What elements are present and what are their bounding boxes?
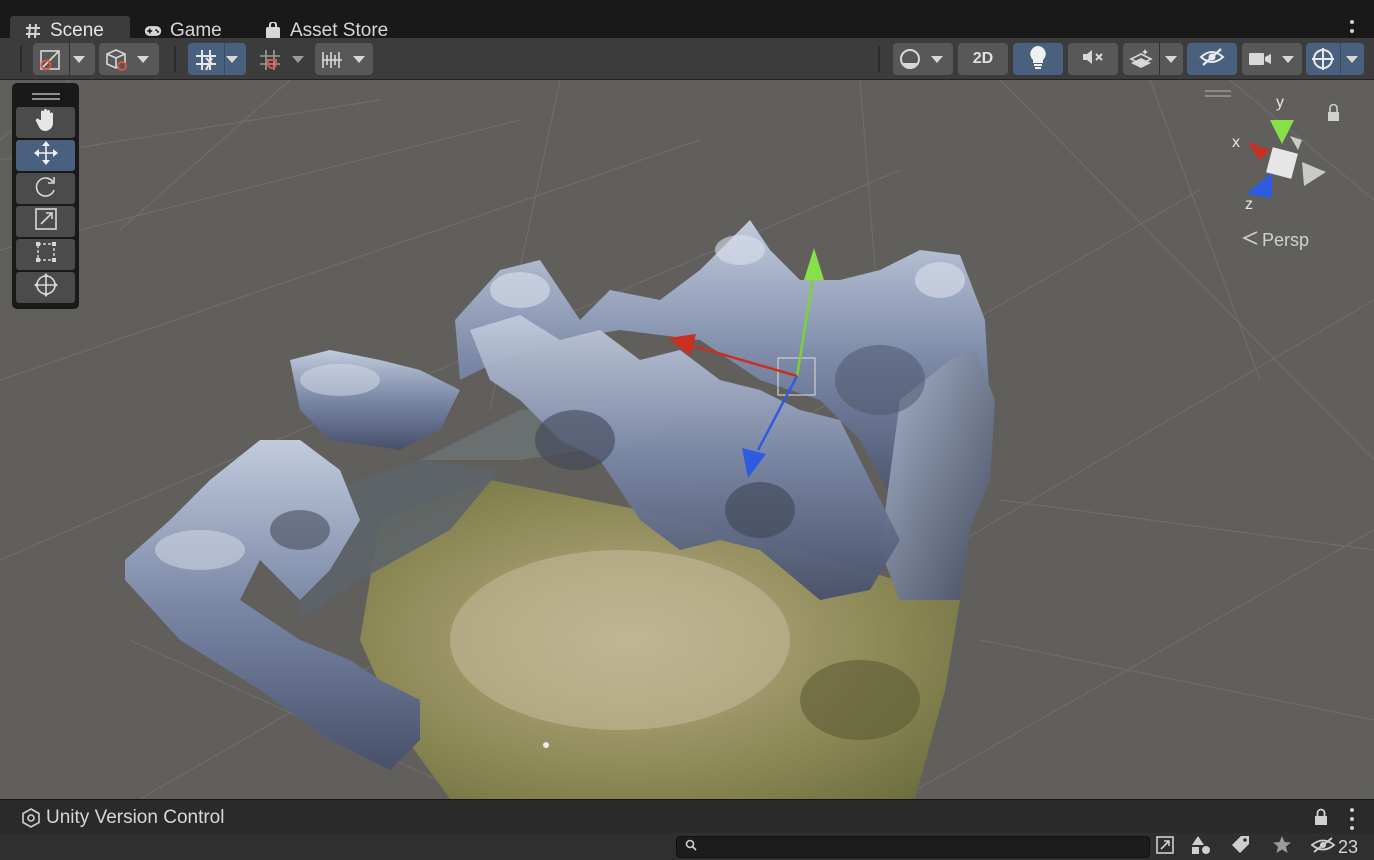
shapes-button[interactable] [1186,835,1216,859]
move-tool-button[interactable] [16,140,75,171]
star-icon [1272,835,1292,860]
expand-icon [1155,835,1175,860]
scene-toolbar: 2D [0,38,1374,80]
chevron-down-icon [1165,56,1177,63]
rotate-tool-button[interactable] [16,173,75,204]
hidden-objects-count: 23 [1338,837,1359,857]
rotate-icon [34,174,58,203]
tag-icon [1231,835,1251,860]
cube-icon [105,48,129,77]
video-camera-icon [1248,51,1272,72]
projection-toggle[interactable]: Persp [1242,230,1309,251]
audio-toggle-button[interactable] [1068,43,1118,75]
chevron-down-icon [931,56,943,63]
eye-slash-icon [1310,836,1336,859]
lock-icon[interactable] [1314,808,1328,831]
magnet-grid-icon [258,48,282,77]
shapes-icon [1190,835,1212,860]
speaker-muted-icon [1081,47,1105,72]
chevron-down-icon [1346,56,1358,63]
chevron-left-icon [1242,230,1258,251]
hand-tool-button[interactable] [16,107,75,138]
chevron-down-icon [73,56,85,63]
chevron-down-icon [353,56,365,63]
draw-mode-icon [39,49,61,76]
draw-mode-dropdown[interactable] [33,43,95,75]
transform-icon [33,272,59,303]
orientation-gizmo[interactable] [1205,90,1326,198]
chevron-down-icon [1282,56,1294,63]
scene-visibility-toggle[interactable] [1187,43,1237,75]
layers-effects-icon [1129,48,1153,77]
chevron-down-icon [137,56,149,63]
palette-drag-handle[interactable] [16,87,75,105]
lighting-toggle-button[interactable] [1013,43,1063,75]
rect-tool-button[interactable] [16,239,75,270]
toolbar-separator [20,46,22,72]
2d-toggle-button[interactable]: 2D [958,43,1008,75]
2d-label: 2D [972,50,994,67]
label-button[interactable] [1226,835,1256,859]
ruler-icon [320,48,344,77]
projection-label: Persp [1262,230,1310,250]
shading-mode-dropdown[interactable] [99,43,159,75]
tab-bar: Scene Game Asset Store [0,0,1374,46]
scene-render [0,80,1374,799]
favorites-button[interactable] [1267,835,1297,859]
toolbar-separator [878,46,880,72]
gizmo-axis-x-label: x [1232,134,1240,151]
eye-slash-icon [1199,47,1225,72]
light-bulb-icon [1029,45,1047,74]
scene-viewport[interactable]: y x z [0,80,1374,799]
lock-icon[interactable] [1328,103,1339,122]
version-control-bar: Unity Version Control [0,799,1374,833]
increment-snapping-dropdown[interactable] [254,43,310,75]
gizmo-axis-y-label: y [1276,94,1284,111]
rect-transform-icon [34,240,58,269]
chevron-down-icon [226,56,238,63]
hidden-objects-toggle[interactable] [1308,835,1338,859]
gizmo-sphere-icon [1311,47,1335,76]
toolbar-separator [174,46,176,72]
camera-dropdown[interactable] [1242,43,1302,75]
render-mode-dropdown[interactable] [893,43,953,75]
sphere-icon [899,48,921,75]
grid-snapping-dropdown[interactable] [188,43,246,75]
search-input[interactable] [676,836,1150,858]
move-arrows-icon [33,140,59,171]
hand-icon [35,108,57,137]
gizmo-axis-z-label: z [1245,196,1253,213]
chevron-down-icon [292,56,304,63]
y-axis-arrow[interactable] [804,248,824,280]
scale-tool-button[interactable] [16,206,75,237]
grid-snap-icon [194,48,218,77]
search-icon [685,838,697,856]
version-control-menu-kebab-icon[interactable] [1350,808,1356,830]
tool-palette [12,83,79,309]
transform-tool-button[interactable] [16,272,75,303]
version-control-title: Unity Version Control [46,807,225,828]
scale-icon [34,207,58,236]
gizmos-dropdown[interactable] [1306,43,1364,75]
expand-button[interactable] [1150,835,1180,859]
version-control-icon [21,808,41,833]
ruler-dropdown[interactable] [315,43,373,75]
status-bar: 23 [0,833,1374,860]
effects-dropdown[interactable] [1123,43,1183,75]
